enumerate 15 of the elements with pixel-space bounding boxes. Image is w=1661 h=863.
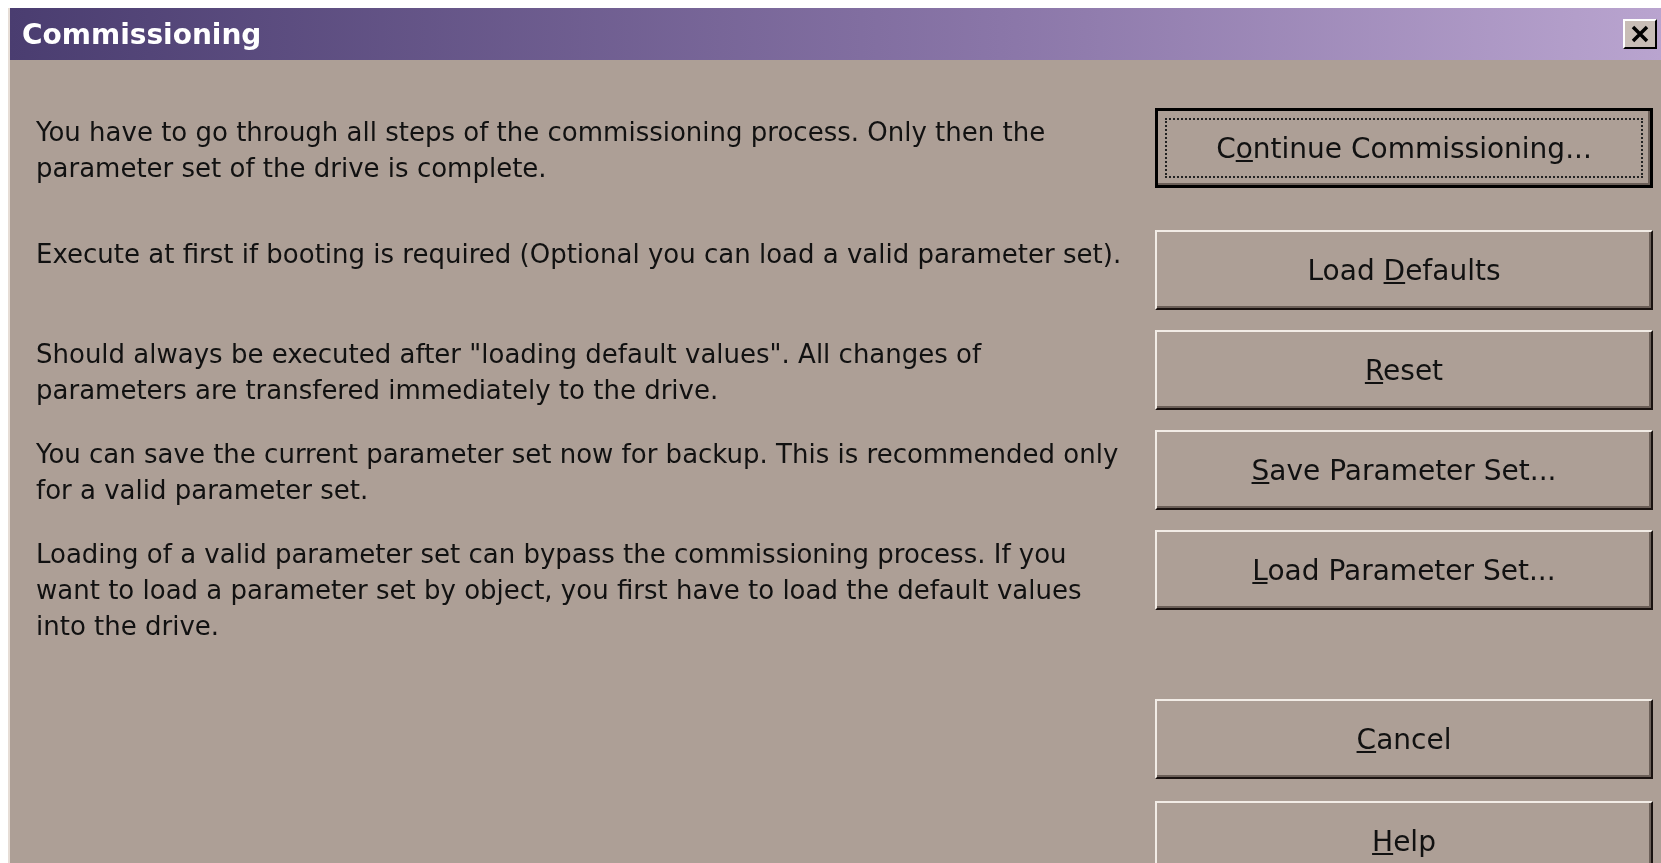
dialog-button[interactable]: Reset — [1155, 330, 1653, 410]
step-description: Should always be executed after "loading default values". All changes of parameters are transfered immediately to the drive. — [36, 338, 983, 407]
dialog-button[interactable]: Save Parameter Set... — [1155, 430, 1653, 510]
dialog-button[interactable]: Continue Commissioning... — [1155, 108, 1653, 188]
dialog-button[interactable]: Load Defaults — [1155, 230, 1653, 310]
dialog-button[interactable]: Help — [1155, 801, 1653, 863]
close-icon — [1630, 25, 1650, 43]
step-description: You can save the current parameter set now for backup. This is recommended only for a valid parameter set. — [36, 438, 1120, 507]
dialog-button[interactable]: Load Parameter Set... — [1155, 530, 1653, 610]
step-description: Execute at first if booting is required (Optional you can load a valid parameter set). — [36, 238, 1123, 271]
window-title: Commissioning — [22, 17, 262, 51]
step-description: You have to go through all steps of the commissioning process. Only then the parameter set of the drive is complete. — [36, 116, 1047, 185]
close-button[interactable] — [1623, 19, 1657, 49]
dialog-button[interactable]: Cancel — [1155, 699, 1653, 779]
step-description: Loading of a valid parameter set can bypass the commissioning process. If you want to load a parameter set by object, you first have to load the default values into the drive. — [36, 538, 1083, 643]
